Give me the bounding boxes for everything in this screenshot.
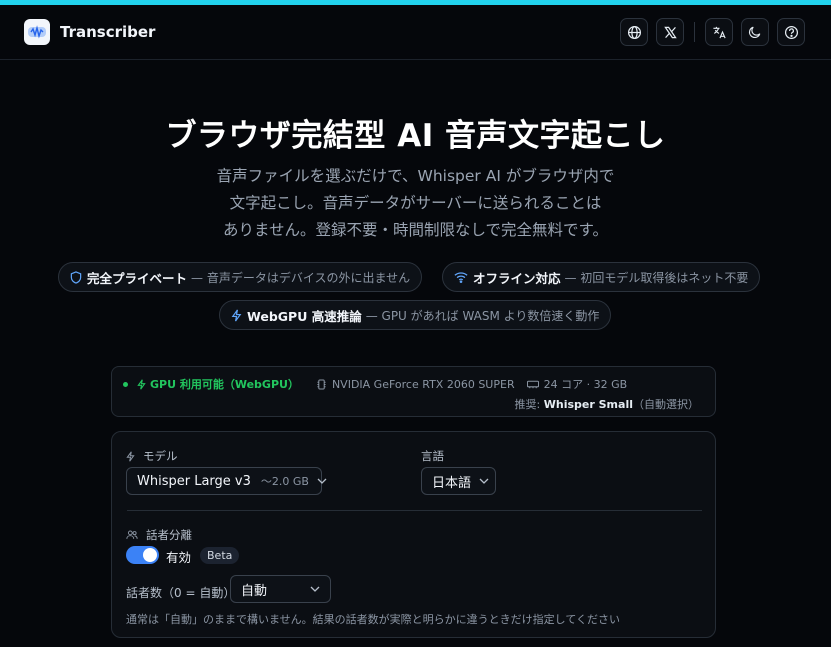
header-actions [620, 18, 805, 46]
gpu-status-panel: GPU 利用可能（WebGPU） NVIDIA GeForce RTX 2060… [111, 366, 716, 417]
app-logo-icon[interactable] [24, 19, 50, 45]
recommend-prefix: 推奨: [514, 398, 541, 411]
language-select[interactable]: 日本語 [421, 467, 496, 495]
language-site-button[interactable] [620, 18, 648, 46]
model-size: ～2.0 GB [260, 475, 309, 488]
gpu-status-text: GPU 利用可能（WebGPU） [150, 378, 299, 391]
moon-icon [749, 26, 761, 38]
gpu-status-row: GPU 利用可能（WebGPU） NVIDIA GeForce RTX 2060… [123, 376, 627, 392]
bolt-icon [137, 378, 146, 390]
hero-title: ブラウザ完結型 AI 音声文字起こし [165, 118, 666, 154]
diarization-label: 話者分離 [126, 527, 192, 543]
wifi-icon [454, 272, 468, 283]
app-header: Transcriber [0, 5, 831, 60]
feature-title: WebGPU 高速推論 [247, 308, 362, 324]
recommend-suffix: （自動選択） [633, 398, 699, 411]
model-label-text: モデル [143, 449, 178, 463]
model-value: Whisper Large v3 [137, 473, 251, 489]
speakers-select[interactable]: 自動 [230, 575, 331, 603]
theme-toggle-button[interactable] [741, 18, 769, 46]
translate-icon [712, 26, 726, 38]
status-dot [123, 381, 128, 387]
globe-icon [627, 25, 641, 39]
hero-subtitle-line: ありません。登録不要・時間制限なしで完全無料です。 [222, 221, 609, 239]
beta-badge: Beta [200, 547, 240, 564]
diarization-label-text: 話者分離 [146, 528, 192, 542]
hero-subtitle: 音声ファイルを選ぶだけで、Whisper AI がブラウザ内で 文字起こし。音声… [200, 163, 631, 244]
feature-desc: — GPU があれば WASM より数倍速く動作 [365, 308, 600, 323]
gpu-device: NVIDIA GeForce RTX 2060 SUPER [331, 377, 515, 391]
speakers-value: 自動 [241, 583, 268, 599]
bolt-icon [231, 309, 242, 321]
feature-desc: — 音声データはデバイスの外に出ません [191, 270, 411, 285]
x-logo-icon [663, 26, 677, 38]
language-label: 言語 [421, 449, 444, 463]
memory-icon [526, 380, 539, 388]
diarization-toggle[interactable] [126, 546, 159, 564]
feature-pill-webgpu: WebGPU 高速推論 — GPU があれば WASM より数倍速く動作 [219, 300, 612, 330]
chevron-down-icon [309, 478, 327, 484]
translate-button[interactable] [705, 18, 733, 46]
feature-pill-offline: オフライン対応 — 初回モデル取得後はネット不要 [442, 262, 761, 292]
hero-subtitle-line: 音声ファイルを選ぶだけで、Whisper AI がブラウザ内で [216, 167, 615, 185]
language-value: 日本語 [432, 475, 472, 491]
diarization-state: 有効 [166, 550, 192, 565]
toggle-knob [143, 548, 157, 562]
users-icon [126, 530, 138, 539]
recommendation: 推奨: Whisper Small（自動選択） [515, 396, 699, 412]
shield-icon [70, 270, 82, 284]
chip-icon [317, 379, 326, 389]
feature-title: 完全プライベート [87, 270, 188, 286]
help-icon [784, 25, 798, 39]
speakers-hint: 通常は「自動」のままで構いません。結果の話者数が実際と明らかに違うときだけ指定し… [126, 613, 621, 626]
speakers-label: 話者数（0 = 自動） [126, 586, 236, 600]
cpu-info: 24 コア · 32 GB [543, 378, 628, 391]
chevron-down-icon [471, 478, 489, 484]
bolt-icon [126, 450, 135, 462]
hero-subtitle-line: 文字起こし。音声データがサーバーに送られることは [229, 194, 602, 212]
feature-desc: — 初回モデル取得後はネット不要 [564, 270, 749, 285]
settings-divider [127, 510, 702, 511]
chevron-down-icon [302, 586, 320, 592]
model-label: モデル [126, 448, 178, 464]
header-divider [694, 22, 695, 42]
x-share-button[interactable] [656, 18, 684, 46]
settings-panel: モデル Whisper Large v3 ～2.0 GB 言語 日本語 話者分離… [111, 431, 716, 638]
feature-pill-private: 完全プライベート — 音声データはデバイスの外に出ません [58, 262, 423, 292]
app-title[interactable]: Transcriber [60, 23, 155, 41]
recommend-model: Whisper Small [543, 398, 633, 411]
model-select[interactable]: Whisper Large v3 ～2.0 GB [126, 467, 327, 495]
feature-title: オフライン対応 [473, 270, 561, 286]
help-button[interactable] [777, 18, 805, 46]
